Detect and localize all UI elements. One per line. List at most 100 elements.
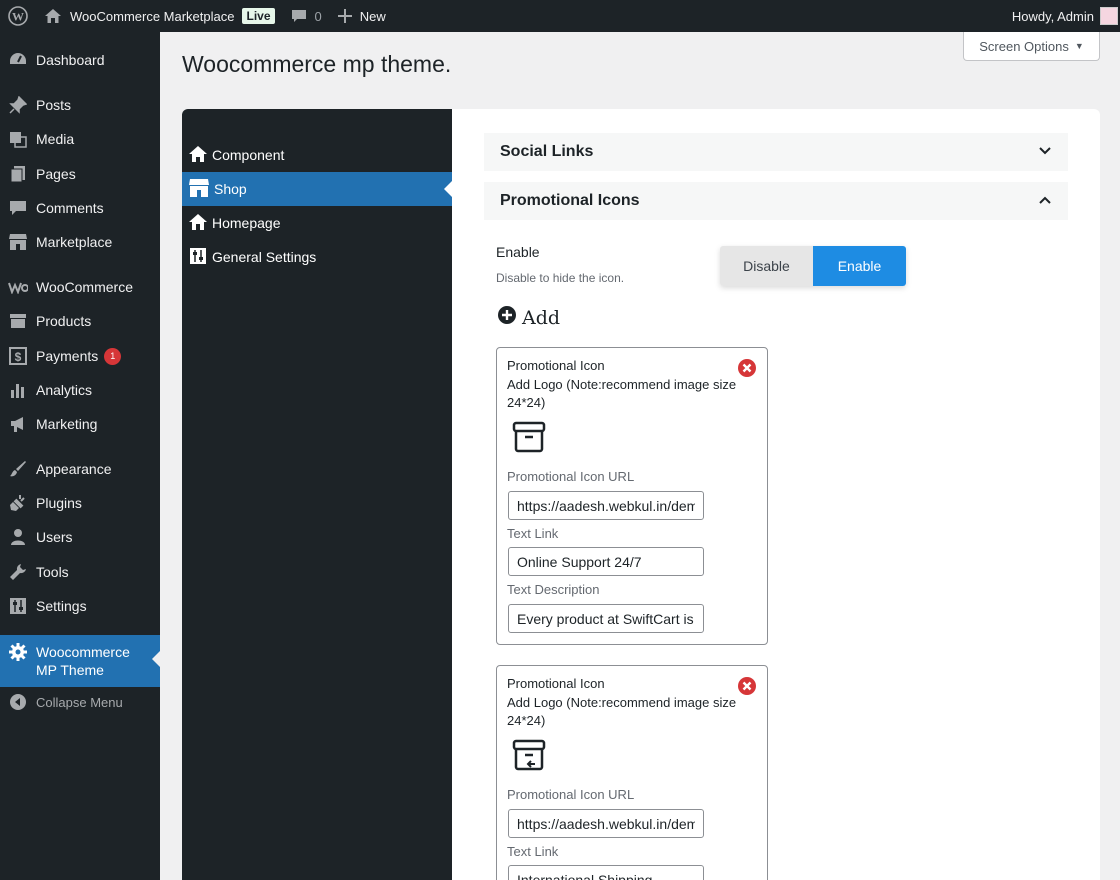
url-label: Promotional Icon URL [507,787,635,802]
comment-count: 0 [314,8,322,24]
caret-down-icon: ▼ [1074,41,1084,51]
svg-text:W: W [12,10,24,24]
gear-icon [0,643,36,661]
sidebar-item-tools[interactable]: Tools [0,555,160,589]
enable-button[interactable]: Enable [813,246,906,286]
sidebar-item-dashboard[interactable]: Dashboard [0,43,160,77]
bar-chart-icon [0,381,36,399]
tab-shop[interactable]: Shop [182,172,452,206]
sidebar-item-woocommerce[interactable]: WooCommerce [0,270,160,304]
collapse-menu-button[interactable]: Collapse Menu [0,685,160,719]
settings-subnav: Component Shop Homepage General Settings [182,109,452,880]
remove-icon[interactable] [738,359,756,382]
sidebar-item-posts[interactable]: Posts [0,88,160,122]
url-label: Promotional Icon URL [507,469,635,484]
enable-toggle: Disable Enable [720,246,906,286]
logo-label: Add Logo (Note:recommend image size 24*2… [507,377,737,410]
sliders-icon [188,247,208,268]
accordion-promotional-icons[interactable]: Promotional Icons [484,182,1068,220]
sidebar-item-settings[interactable]: Settings [0,589,160,623]
card-title: Promotional Icon [507,358,605,373]
howdy-text: Howdy, Admin [1011,8,1094,24]
plus-icon [337,9,352,23]
archive-icon [0,312,36,330]
home-icon [45,9,61,23]
text-link-input[interactable] [508,865,704,880]
remove-icon[interactable] [738,677,756,700]
text-link-label: Text Link [507,526,559,541]
comment-bubble-icon [291,10,306,22]
payments-badge: 1 [104,347,122,365]
text-description-label: Text Description [507,582,600,597]
new-label: New [359,8,386,24]
logo-label: Add Logo (Note:recommend image size 24*2… [507,695,737,728]
text-description-input[interactable] [508,604,704,633]
live-badge: Live [242,8,275,24]
text-link-input[interactable] [508,547,704,576]
sliders-icon [0,597,36,615]
sidebar-item-users[interactable]: Users [0,520,160,554]
enable-label: Enable [496,244,540,260]
sidebar-item-media[interactable]: Media [0,122,160,156]
active-menu-line1: Woocommerce [36,644,130,660]
sidebar-item-woocommerce-mp-theme[interactable]: Woocommerce MP Theme [0,635,160,687]
admin-sidebar: Dashboard Posts Media Pages Comments Mar… [0,32,160,880]
brush-icon [0,460,36,478]
promotional-icon-url-input[interactable] [508,809,704,838]
tab-component[interactable]: Component [182,138,452,172]
disable-button[interactable]: Disable [720,246,813,286]
sidebar-item-marketing[interactable]: Marketing [0,407,160,441]
sidebar-item-marketplace[interactable]: Marketplace [0,225,160,259]
account-menu[interactable]: Howdy, Admin [1012,0,1120,32]
plus-circle-icon [498,306,516,329]
promotional-icon-card: Promotional Icon Add Logo (Note:recommen… [496,347,768,645]
megaphone-icon [0,415,36,433]
promotional-icon-url-input[interactable] [508,491,704,520]
plug-icon [0,494,36,512]
sidebar-item-payments[interactable]: $ Payments 1 [0,339,160,373]
chevron-up-icon [1038,192,1052,210]
sidebar-item-plugins[interactable]: Plugins [0,486,160,520]
wordpress-logo-icon[interactable]: W [0,0,36,32]
card-title: Promotional Icon [507,676,605,691]
chevron-down-icon [1038,143,1052,161]
add-icon-button[interactable]: Add [498,306,560,329]
pin-icon [0,96,36,114]
media-icon [0,130,36,148]
return-box-icon[interactable] [511,738,547,777]
woo-icon [0,280,36,294]
enable-help-text: Disable to hide the icon. [496,271,625,285]
store-icon [0,233,36,251]
sidebar-item-products[interactable]: Products [0,304,160,338]
sidebar-item-pages[interactable]: Pages [0,157,160,191]
sidebar-item-comments[interactable]: Comments [0,191,160,225]
pages-icon [0,165,36,183]
comments-link[interactable]: 0 [283,8,330,24]
tab-homepage[interactable]: Homepage [182,206,452,240]
tab-general-settings[interactable]: General Settings [182,240,452,274]
new-content-link[interactable]: New [330,9,394,24]
avatar [1100,7,1118,25]
accordion-social-links[interactable]: Social Links [484,133,1068,171]
sidebar-item-analytics[interactable]: Analytics [0,373,160,407]
archive-box-icon[interactable] [511,420,547,459]
house-icon [188,213,208,234]
page-title: Woocommerce mp theme. [182,51,452,77]
sidebar-item-appearance[interactable]: Appearance [0,452,160,486]
admin-bar: W WooCommerce Marketplace Live 0 New How… [0,0,1120,32]
home-icon [188,145,208,166]
collapse-arrow-icon [0,694,36,710]
store-icon [188,178,210,201]
site-name: WooCommerce Marketplace [70,8,235,24]
svg-text:$: $ [15,350,22,364]
comment-icon [0,199,36,217]
dollar-icon: $ [0,347,36,365]
text-link-label: Text Link [507,844,559,859]
screen-options-button[interactable]: Screen Options ▼ [963,32,1100,61]
user-icon [0,528,36,546]
wrench-icon [0,563,36,581]
site-name-link[interactable]: WooCommerce Marketplace Live [36,0,283,32]
active-menu-line2: MP Theme [36,662,104,678]
dashboard-icon [0,51,36,69]
promotional-icon-card: Promotional Icon Add Logo (Note:recommen… [496,665,768,880]
